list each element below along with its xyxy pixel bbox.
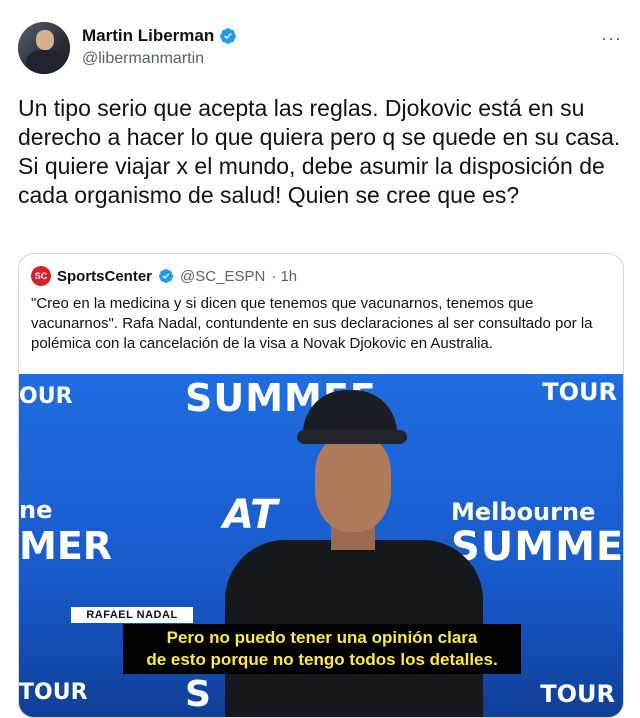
backdrop-text: S xyxy=(185,674,211,715)
backdrop-text: Melbourne xyxy=(451,498,596,526)
more-options-icon[interactable]: ··· xyxy=(601,28,622,49)
quoted-tweet-time: · 1h xyxy=(271,267,298,285)
name-tag: RAFAEL NADAL xyxy=(71,607,193,623)
backdrop-text: AT xyxy=(223,492,278,538)
verified-badge-icon xyxy=(159,269,174,283)
backdrop-text: TOUR xyxy=(540,680,615,708)
backdrop-text: OUR xyxy=(19,384,73,409)
tweet-text: Un tipo serio que acepta las reglas. Djo… xyxy=(18,95,621,208)
backdrop-text: TOUR xyxy=(542,378,617,406)
subtitle-line: Pero no puedo tener una opinión clara xyxy=(166,628,478,647)
backdrop-text: TOUR xyxy=(19,680,88,705)
backdrop-text: ne xyxy=(19,496,53,524)
backdrop-text: MER xyxy=(19,524,113,568)
author-avatar[interactable] xyxy=(18,22,70,74)
quoted-tweet-media[interactable]: OUR SUMMEF TOUR ne MER AT Melbourne SUMM… xyxy=(19,374,623,717)
author-handle[interactable]: @libermanmartin xyxy=(82,50,204,68)
quoted-tweet-header: SC SportsCenter @SC_ESPN · 1h xyxy=(31,266,297,286)
subtitle-line: de esto porque no tengo todos los detall… xyxy=(146,650,498,669)
quoted-author-handle: @SC_ESPN xyxy=(180,267,266,285)
verified-badge-icon xyxy=(220,28,237,44)
author-name[interactable]: Martin Liberman xyxy=(82,26,214,46)
quoted-tweet[interactable]: SC SportsCenter @SC_ESPN · 1h "Creo en l… xyxy=(18,253,624,718)
backdrop-text: SUMMER xyxy=(451,524,623,570)
sportscenter-logo-icon: SC xyxy=(31,266,51,286)
video-subtitle: Pero no puedo tener una opinión clara de… xyxy=(123,624,521,674)
quoted-author-name: SportsCenter xyxy=(57,267,153,285)
tweet-card: Martin Liberman @libermanmartin ··· Un t… xyxy=(0,0,640,718)
author-name-row: Martin Liberman xyxy=(82,26,237,46)
quoted-tweet-text: "Creo en la medicina y si dicen que tene… xyxy=(31,295,593,352)
